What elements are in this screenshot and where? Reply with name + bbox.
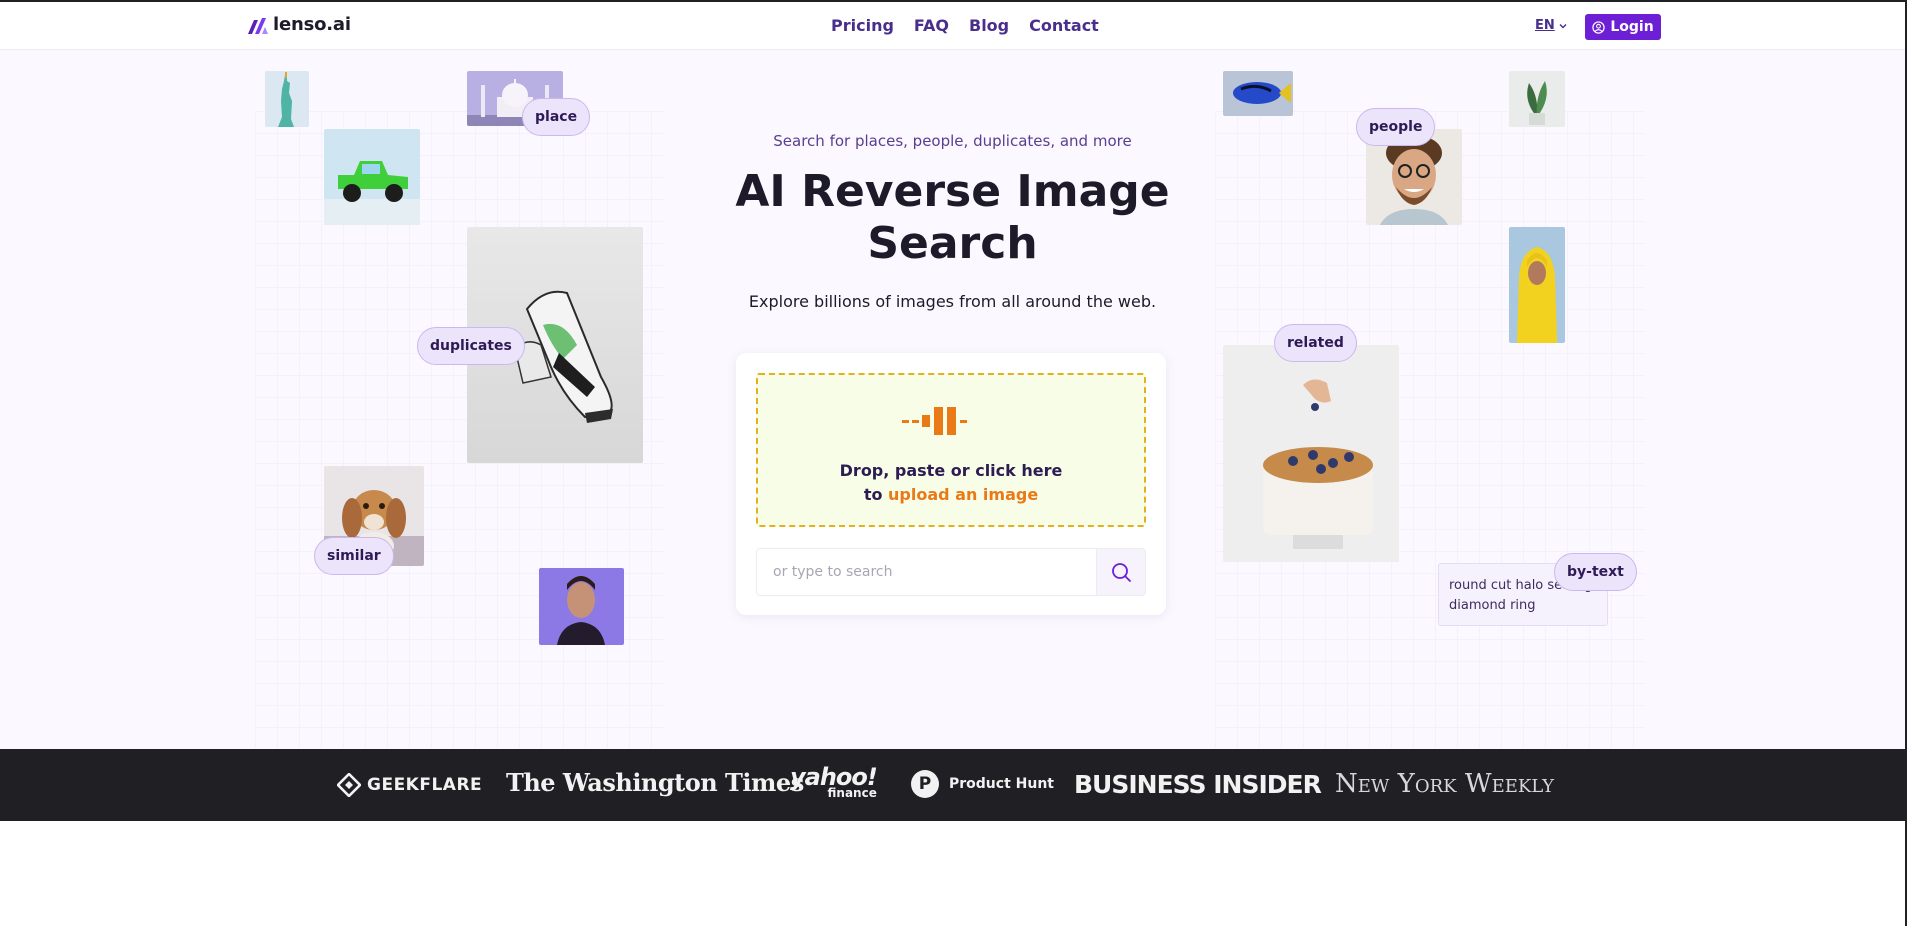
tag-related: related — [1274, 324, 1357, 362]
blueberry-cake-image — [1223, 345, 1399, 562]
nav-pricing[interactable]: Pricing — [831, 16, 894, 35]
tag-similar: similar — [314, 537, 394, 575]
dropzone-prefix: to — [863, 485, 883, 504]
nav-contact[interactable]: Contact — [1029, 16, 1099, 35]
logo-link[interactable]: lenso.ai — [248, 14, 351, 35]
washington-times-logo: The Washington Times — [506, 768, 804, 797]
tag-by-text: by-text — [1554, 553, 1637, 591]
tag-by-text-label: by-text — [1567, 564, 1624, 580]
tag-duplicates: duplicates — [417, 327, 525, 365]
search-button[interactable] — [1096, 548, 1146, 596]
language-selector[interactable]: EN — [1535, 18, 1567, 33]
site-header: lenso.ai Pricing FAQ Blog Contact EN Log… — [0, 2, 1905, 50]
page-bottom — [0, 821, 1905, 926]
chevron-down-icon — [1559, 23, 1567, 28]
brand-name: lenso.ai — [273, 14, 351, 35]
nav-blog[interactable]: Blog — [969, 16, 1009, 35]
blue-fish-image — [1223, 71, 1293, 116]
product-hunt-icon: P — [911, 770, 939, 798]
login-label: Login — [1610, 19, 1654, 35]
language-label: EN — [1535, 18, 1555, 33]
page: lenso.ai Pricing FAQ Blog Contact EN Log… — [0, 0, 1907, 926]
search-input[interactable] — [756, 548, 1096, 596]
woman-portrait-image — [539, 568, 624, 645]
washington-times-text: The Washington Times — [506, 768, 804, 797]
upload-dropzone[interactable]: Drop, paste or click here to upload an i… — [756, 373, 1146, 527]
nav-faq[interactable]: FAQ — [914, 16, 949, 35]
tag-similar-label: similar — [327, 548, 381, 564]
statue-of-liberty-image — [265, 71, 309, 127]
upload-bars-icon — [902, 407, 967, 435]
geekflare-text: GEEKFLARE — [367, 775, 483, 795]
product-hunt-logo: P Product Hunt — [911, 770, 1054, 798]
dropzone-instruction-2: to upload an image — [758, 485, 1144, 504]
hero-lead: Explore billions of images from all arou… — [748, 292, 1157, 311]
search-icon — [1112, 563, 1131, 582]
new-york-weekly-logo: New York Weekly — [1335, 769, 1554, 799]
press-logos-bar: GEEKFLARE The Washington Times yahoo! fi… — [0, 749, 1905, 821]
business-insider-text: BUSINESS INSIDER — [1074, 770, 1322, 799]
tag-duplicates-label: duplicates — [430, 338, 512, 354]
page-title: AI Reverse Image Search — [735, 166, 1170, 269]
dropzone-instruction: Drop, paste or click here — [839, 461, 1063, 480]
yahoo-finance-logo: yahoo! finance — [790, 765, 878, 800]
login-button[interactable]: Login — [1585, 14, 1661, 40]
plant-image — [1509, 71, 1565, 127]
tag-people-label: people — [1369, 119, 1423, 135]
new-york-weekly-text: New York Weekly — [1335, 769, 1554, 799]
search-card: Drop, paste or click here to upload an i… — [736, 353, 1166, 615]
geekflare-diamond-icon — [337, 773, 361, 797]
tag-related-label: related — [1287, 335, 1344, 351]
tag-people: people — [1356, 108, 1436, 146]
lenso-logo-icon — [248, 17, 268, 34]
yahoo-finance-text: finance — [827, 786, 877, 800]
product-hunt-text: Product Hunt — [949, 776, 1054, 792]
upload-image-link[interactable]: upload an image — [888, 485, 1038, 504]
user-circle-icon — [1592, 20, 1606, 34]
business-insider-logo: BUSINESS INSIDER — [1074, 770, 1322, 799]
tag-place: place — [522, 98, 591, 136]
geekflare-logo: GEEKFLARE — [337, 773, 482, 797]
yellow-raincoat-image — [1509, 227, 1565, 343]
main-nav: Pricing FAQ Blog Contact — [831, 16, 1099, 35]
hero-subtitle: Search for places, people, duplicates, a… — [773, 132, 1132, 150]
tag-place-label: place — [535, 109, 578, 125]
